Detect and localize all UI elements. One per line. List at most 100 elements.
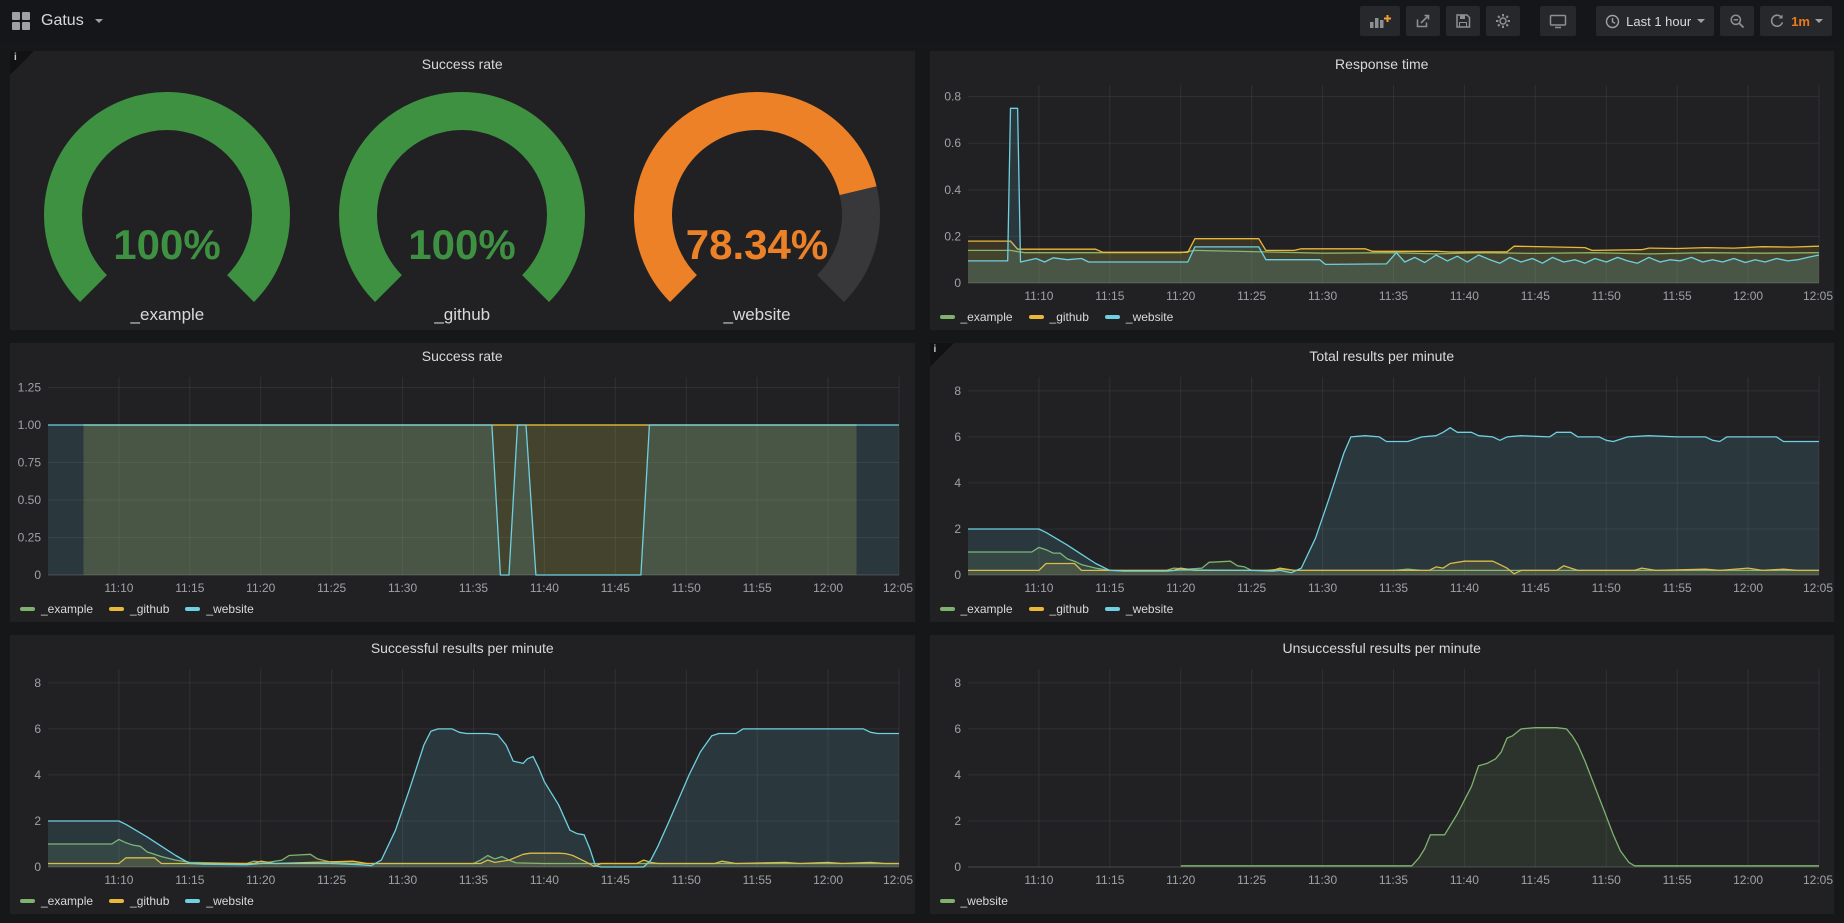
- x-tick-label: 11:50: [1591, 873, 1620, 887]
- x-tick-label: 11:25: [1237, 873, 1266, 887]
- legend-item-_website[interactable]: _website: [1105, 602, 1173, 616]
- legend-swatch: [20, 899, 35, 903]
- panel-title[interactable]: Success rate: [10, 51, 915, 77]
- x-tick-label: 11:55: [743, 873, 772, 887]
- response-time-chart[interactable]: 00.20.40.60.811:1011:1511:2011:2511:3011…: [930, 77, 1835, 307]
- gauge-_github: 100% _github: [316, 87, 608, 325]
- x-tick-label: 11:20: [246, 581, 275, 595]
- x-tick-label: 11:30: [1308, 873, 1337, 887]
- y-tick-label: 0.6: [944, 136, 961, 150]
- panel-total-results: i Total results per minute 0246811:1011:…: [929, 342, 1836, 623]
- total-results-chart[interactable]: 0246811:1011:1511:2011:2511:3011:3511:40…: [930, 369, 1835, 599]
- add-panel-button[interactable]: [1360, 6, 1400, 36]
- y-tick-label: 0: [954, 276, 961, 290]
- legend-label: _example: [961, 602, 1013, 616]
- time-range-picker[interactable]: Last 1 hour: [1596, 6, 1714, 36]
- legend-item-_example[interactable]: _example: [940, 602, 1013, 616]
- y-tick-label: 0.8: [944, 90, 961, 104]
- legend-swatch: [940, 315, 955, 319]
- legend-item-_github[interactable]: _github: [1029, 310, 1089, 324]
- gauge-value: 100%: [409, 221, 516, 268]
- y-tick-label: 4: [954, 476, 961, 490]
- unsuccessful-results-chart[interactable]: 0246811:1011:1511:2011:2511:3011:3511:40…: [930, 661, 1835, 891]
- chart-canvas: 0246811:1011:1511:2011:2511:3011:3511:40…: [930, 369, 1835, 599]
- x-tick-label: 12:00: [813, 581, 843, 595]
- legend-item-_github[interactable]: _github: [109, 894, 169, 908]
- legend-swatch: [20, 607, 35, 611]
- panel-successful-results: Successful results per minute 0246811:10…: [9, 634, 916, 915]
- gauge-label: _github: [434, 305, 490, 325]
- x-tick-label: 11:45: [601, 873, 630, 887]
- legend-swatch: [185, 899, 200, 903]
- legend-label: _website: [961, 894, 1008, 908]
- share-dashboard-button[interactable]: [1406, 6, 1440, 36]
- legend-label: _example: [961, 310, 1013, 324]
- gear-icon: [1495, 13, 1511, 29]
- successful-results-chart[interactable]: 0246811:1011:1511:2011:2511:3011:3511:40…: [10, 661, 915, 891]
- x-tick-label: 11:35: [459, 581, 488, 595]
- legend-item-_website[interactable]: _website: [1105, 310, 1173, 324]
- y-tick-label: 4: [34, 768, 41, 782]
- gauge-value: 100%: [114, 221, 221, 268]
- save-dashboard-button[interactable]: [1446, 6, 1480, 36]
- chart-canvas: 0246811:1011:1511:2011:2511:3011:3511:40…: [10, 661, 915, 891]
- panel-info-corner[interactable]: i: [930, 343, 954, 367]
- success-rate-chart[interactable]: 00.250.500.751.001.2511:1011:1511:2011:2…: [10, 369, 915, 599]
- legend-swatch: [940, 899, 955, 903]
- panel-title[interactable]: Response time: [930, 51, 1835, 77]
- x-tick-label: 11:30: [1308, 581, 1337, 595]
- panel-success-rate-gauges: i Success rate 100%_example100%_github78…: [9, 50, 916, 331]
- panel-title[interactable]: Unsuccessful results per minute: [930, 635, 1835, 661]
- y-tick-label: 6: [954, 430, 961, 444]
- x-tick-label: 11:45: [1520, 581, 1549, 595]
- x-tick-label: 11:25: [1237, 289, 1266, 303]
- cycle-view-mode-button[interactable]: [1540, 6, 1576, 36]
- legend-item-_example[interactable]: _example: [20, 894, 93, 908]
- x-tick-label: 11:20: [1166, 873, 1195, 887]
- save-icon: [1455, 13, 1471, 29]
- caret-down-icon[interactable]: [95, 19, 103, 23]
- panel-info-corner[interactable]: i: [10, 51, 34, 75]
- time-range-label: Last 1 hour: [1626, 14, 1691, 29]
- panel-title[interactable]: Total results per minute: [930, 343, 1835, 369]
- x-tick-label: 11:10: [104, 581, 133, 595]
- legend-item-_example[interactable]: _example: [940, 310, 1013, 324]
- y-tick-label: 6: [34, 722, 41, 736]
- legend-item-_website[interactable]: _website: [185, 894, 253, 908]
- x-tick-label: 12:00: [1733, 873, 1763, 887]
- x-tick-label: 11:50: [1591, 289, 1620, 303]
- x-tick-label: 12:00: [1733, 289, 1763, 303]
- legend-item-_github[interactable]: _github: [109, 602, 169, 616]
- legend-label: _website: [206, 602, 253, 616]
- chart-canvas: 0246811:1011:1511:2011:2511:3011:3511:40…: [930, 661, 1835, 891]
- gauge-_website: 78.34%_website: [611, 87, 903, 325]
- dashboard-title[interactable]: Gatus: [41, 12, 84, 30]
- apps-grid-icon[interactable]: [12, 12, 30, 30]
- panel-title[interactable]: Successful results per minute: [10, 635, 915, 661]
- legend-label: _github: [130, 894, 169, 908]
- legend-item-_website[interactable]: _website: [940, 894, 1008, 908]
- refresh-button[interactable]: 1m: [1760, 6, 1832, 36]
- x-tick-label: 11:55: [743, 581, 772, 595]
- legend-swatch: [185, 607, 200, 611]
- x-tick-label: 11:55: [1662, 289, 1691, 303]
- dashboard-settings-button[interactable]: [1486, 6, 1520, 36]
- legend-item-_example[interactable]: _example: [20, 602, 93, 616]
- refresh-interval-label[interactable]: 1m: [1791, 14, 1810, 29]
- x-tick-label: 11:10: [1024, 289, 1053, 303]
- legend-item-_github[interactable]: _github: [1029, 602, 1089, 616]
- series-fill-_website: [48, 425, 899, 575]
- legend-item-_website[interactable]: _website: [185, 602, 253, 616]
- gauge-label: _website: [724, 305, 791, 325]
- panel-success-rate-timeseries: Success rate 00.250.500.751.001.2511:101…: [9, 342, 916, 623]
- y-tick-label: 2: [34, 814, 41, 828]
- caret-down-icon[interactable]: [1815, 19, 1823, 23]
- y-tick-label: 8: [954, 676, 961, 690]
- chart-legend: _example _github _website: [10, 891, 915, 914]
- panel-response-time: Response time 00.20.40.60.811:1011:1511:…: [929, 50, 1836, 331]
- x-tick-label: 12:05: [1802, 581, 1832, 595]
- zoom-out-button[interactable]: [1720, 6, 1754, 36]
- chart-legend: _example _github _website: [930, 307, 1835, 330]
- x-tick-label: 11:20: [246, 873, 275, 887]
- panel-title[interactable]: Success rate: [10, 343, 915, 369]
